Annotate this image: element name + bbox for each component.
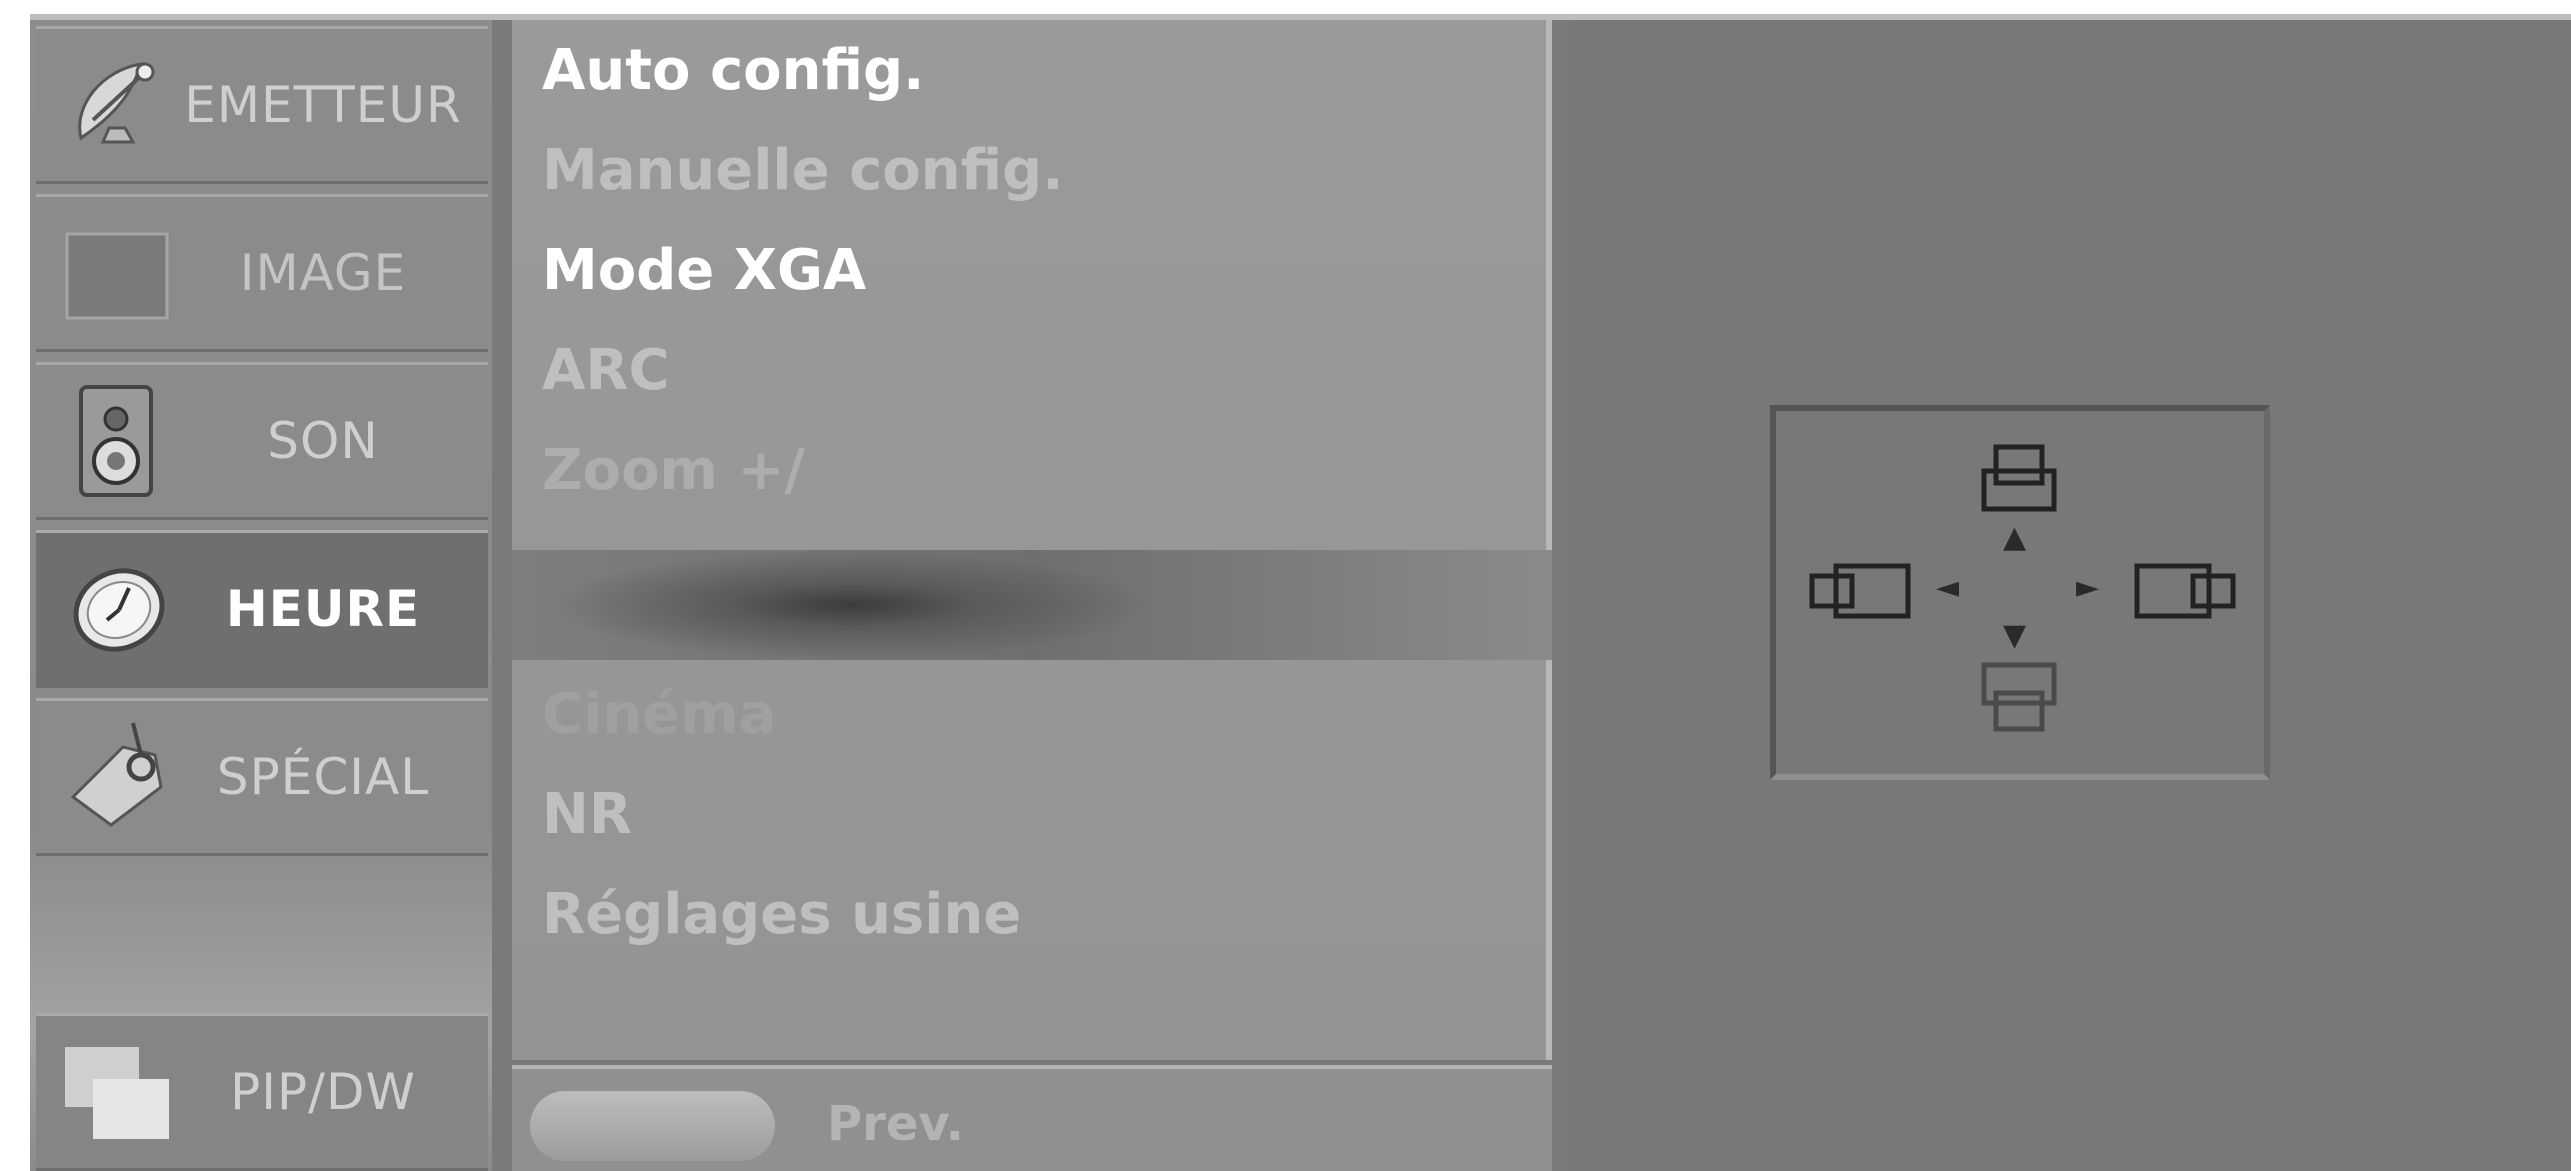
- category-image[interactable]: IMAGE: [36, 194, 488, 352]
- arrow-up-icon[interactable]: ▲: [2003, 523, 2026, 553]
- menu-item-manuelle-config[interactable]: Manuelle config.: [542, 126, 1064, 216]
- category-sidebar: EMETTEUR IMAGE SON HEURE SPÉCIAL PIP/DW: [30, 20, 492, 1171]
- category-emetteur[interactable]: EMETTEUR: [36, 26, 488, 184]
- bottom-bar: Prev.: [512, 1065, 1552, 1171]
- category-label: EMETTEUR: [184, 76, 462, 134]
- arrow-down-icon[interactable]: ▼: [2003, 621, 2026, 651]
- category-special[interactable]: SPÉCIAL: [36, 698, 488, 856]
- menu-item-nr[interactable]: NR: [542, 770, 632, 860]
- menu-item-zoom[interactable]: Zoom +/: [542, 426, 805, 516]
- menu-selection-highlight[interactable]: [512, 550, 1552, 660]
- menu-item-mode-xga[interactable]: Mode XGA: [542, 226, 866, 316]
- menu-item-reglages-usine[interactable]: Réglages usine: [542, 870, 1021, 960]
- speaker-icon: [58, 381, 178, 501]
- category-pip-dw[interactable]: PIP/DW: [36, 1013, 488, 1171]
- menu-panel: Auto config. Manuelle config. Mode XGA A…: [512, 20, 1552, 1060]
- position-left-icon: [1809, 563, 1911, 619]
- menu-item-auto-config[interactable]: Auto config.: [542, 26, 924, 116]
- position-right-icon: [2134, 563, 2236, 619]
- tag-icon: [58, 717, 178, 837]
- pip-windows-icon: [58, 1032, 178, 1152]
- category-label: HEURE: [225, 580, 421, 638]
- category-label: SON: [267, 412, 379, 470]
- arrow-right-icon[interactable]: ►: [2076, 573, 2099, 603]
- prev-button[interactable]: [530, 1091, 775, 1161]
- position-up-icon: [1981, 444, 2057, 512]
- menu-item-cinema[interactable]: Cinéma: [542, 670, 776, 760]
- prev-label: Prev.: [827, 1096, 965, 1152]
- category-label: PIP/DW: [230, 1063, 416, 1121]
- preview-area: ▲ ▼ ◄ ►: [1570, 20, 2571, 1171]
- position-control[interactable]: ▲ ▼ ◄ ►: [1770, 405, 2270, 780]
- tv-osd-screen: EMETTEUR IMAGE SON HEURE SPÉCIAL PIP/DW …: [30, 14, 2571, 1171]
- position-down-icon: [1981, 662, 2057, 732]
- clock-icon: [58, 549, 178, 669]
- category-son[interactable]: SON: [36, 362, 488, 520]
- picture-square-icon: [58, 213, 178, 333]
- category-heure[interactable]: HEURE: [36, 530, 488, 688]
- menu-item-arc[interactable]: ARC: [542, 326, 670, 416]
- satellite-dish-icon: [58, 45, 178, 165]
- arrow-left-icon[interactable]: ◄: [1936, 573, 1959, 603]
- category-label: IMAGE: [239, 244, 407, 302]
- category-label: SPÉCIAL: [216, 748, 430, 806]
